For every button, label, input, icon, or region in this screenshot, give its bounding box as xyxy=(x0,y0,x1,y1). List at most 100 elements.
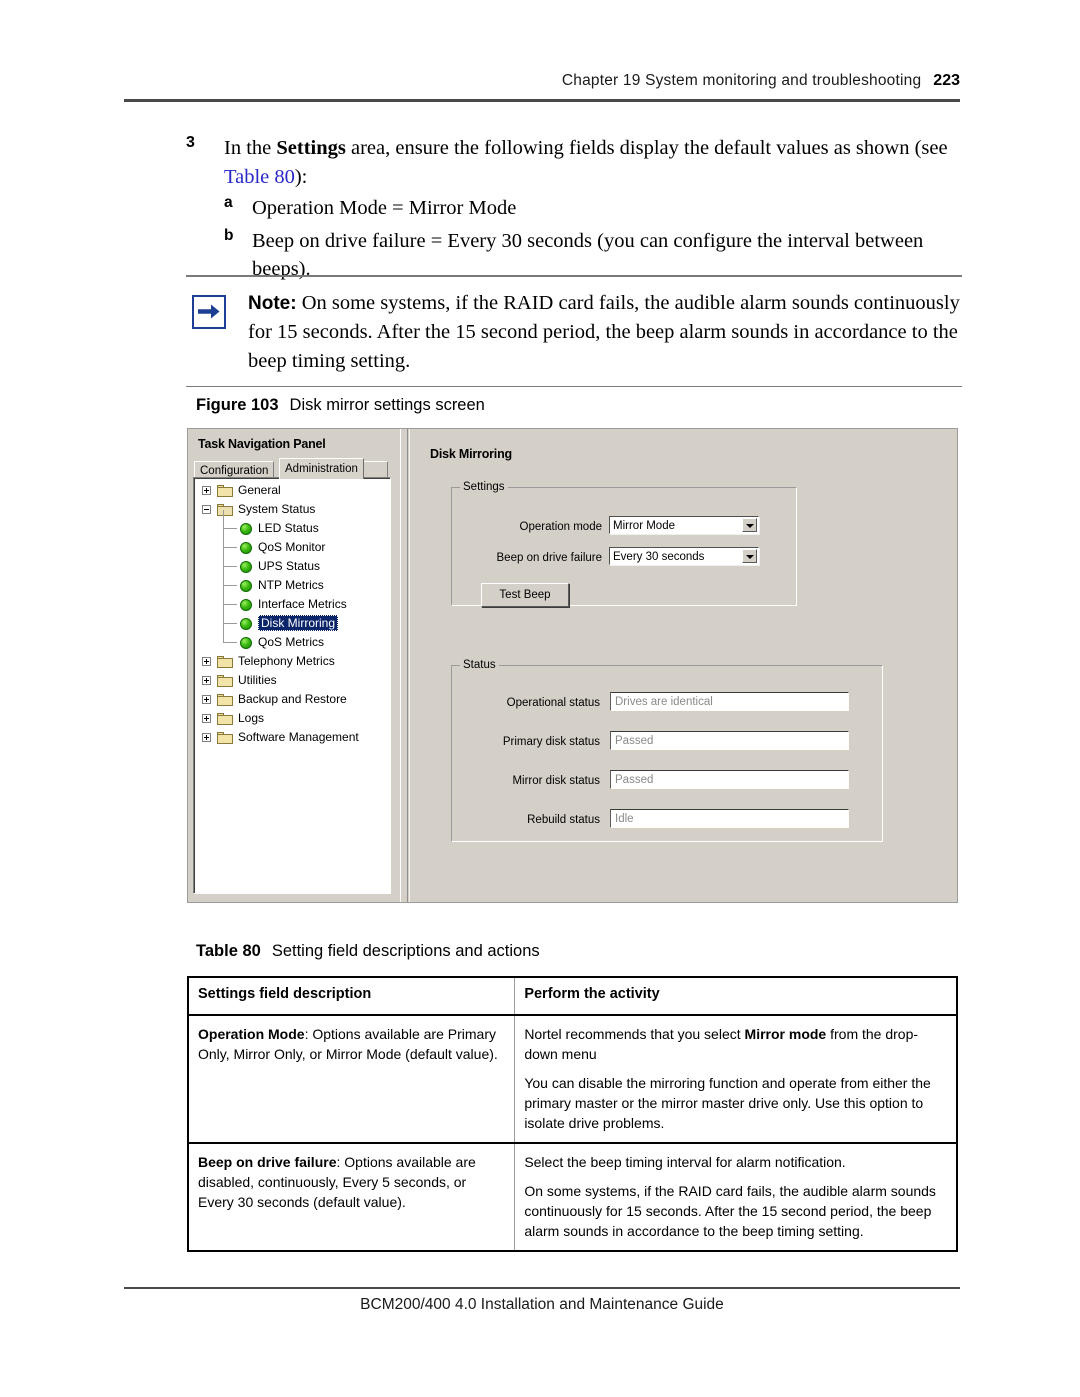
mirror-disk-status-field: Passed xyxy=(610,770,849,789)
green-ball-icon xyxy=(240,637,252,649)
tree-item-label: System Status xyxy=(238,502,316,516)
table-caption: Table 80 Setting field descriptions and a… xyxy=(196,942,540,961)
tree-item-label: Disk Mirroring xyxy=(258,615,339,631)
note-body: Note: On some systems, if the RAID card … xyxy=(186,277,962,386)
step-text-part3: ): xyxy=(294,166,308,188)
tree-item-label: Utilities xyxy=(238,673,277,687)
navigation-tree[interactable]: General System Status LED Status QoS Monito… xyxy=(193,477,391,894)
tab-strip-filler xyxy=(364,461,388,478)
tree-connector-line xyxy=(223,642,237,643)
table-80-xref-link[interactable]: Table 80 xyxy=(224,166,295,188)
table-label: Table 80 xyxy=(196,942,261,960)
tree-connector-line xyxy=(223,566,237,567)
tree-item-backup-and-restore[interactable]: Backup and Restore xyxy=(194,690,390,709)
folder-closed-icon xyxy=(217,694,233,706)
activity-paragraph: Nortel recommends that you select Mirror… xyxy=(524,1024,947,1064)
tree-item-label: Logs xyxy=(238,711,265,725)
operational-status-label: Operational status xyxy=(506,697,600,709)
tree-item-general[interactable]: General xyxy=(194,481,390,500)
tree-item-label: QoS Metrics xyxy=(258,635,325,649)
expand-plus-icon[interactable] xyxy=(202,695,211,704)
tree-item-label: Software Management xyxy=(238,730,359,744)
chevron-down-icon[interactable] xyxy=(742,518,757,532)
activity-paragraph: On some systems, if the RAID card fails,… xyxy=(524,1181,947,1241)
mirror-disk-status-label: Mirror disk status xyxy=(512,775,600,787)
operation-mode-label: Operation mode xyxy=(519,521,602,533)
table-row: Operation Mode: Options available are Pr… xyxy=(187,1014,958,1144)
page-header: Chapter 19 System monitoring and trouble… xyxy=(124,72,960,90)
tree-item-utilities[interactable]: Utilities xyxy=(194,671,390,690)
activity-text: You can disable the mirroring function a… xyxy=(524,1075,931,1131)
green-ball-icon xyxy=(240,542,252,554)
activity-emphasis: Mirror mode xyxy=(744,1026,827,1042)
step-3: 3 In the Settings area, ensure the follo… xyxy=(186,134,966,192)
activity-text: On some systems, if the RAID card fails,… xyxy=(524,1183,936,1239)
activity-paragraph: You can disable the mirroring function a… xyxy=(524,1073,947,1133)
panel-splitter[interactable] xyxy=(400,429,408,902)
chapter-title: Chapter 19 System monitoring and trouble… xyxy=(561,72,922,89)
expand-plus-icon[interactable] xyxy=(202,486,211,495)
operation-mode-select[interactable]: Mirror Mode xyxy=(609,516,759,534)
note-divider-bottom xyxy=(186,385,962,388)
folder-closed-icon xyxy=(217,485,233,497)
tree-item-label: LED Status xyxy=(258,521,319,535)
cell-activity: Nortel recommends that you select Mirror… xyxy=(514,1014,958,1144)
mirror-disk-status-value: Passed xyxy=(615,774,654,786)
disk-mirroring-content-pane: Disk Mirroring Settings Operation mode M… xyxy=(409,429,957,902)
table-row: Beep on drive failure: Options available… xyxy=(187,1142,958,1252)
expand-plus-icon[interactable] xyxy=(202,733,211,742)
figure-label: Figure 103 xyxy=(196,396,279,414)
table-header-row: Settings field description Perform the a… xyxy=(187,976,958,1016)
tree-item-software-management[interactable]: Software Management xyxy=(194,728,390,747)
tree-connector-line xyxy=(223,528,237,529)
green-ball-icon xyxy=(240,599,252,611)
tab-configuration[interactable]: Configuration xyxy=(194,461,275,478)
expand-plus-icon[interactable] xyxy=(202,676,211,685)
tree-item-telephony-metrics[interactable]: Telephony Metrics xyxy=(194,652,390,671)
substep-a: a Operation Mode = Mirror Mode xyxy=(186,194,976,222)
expand-plus-icon[interactable] xyxy=(202,714,211,723)
cell-field-description: Beep on drive failure: Options available… xyxy=(187,1142,516,1252)
tree-item-logs[interactable]: Logs xyxy=(194,709,390,728)
tree-connector-line xyxy=(223,604,237,605)
step-text-part2: area, ensure the following fields displa… xyxy=(345,137,948,159)
disk-mirror-settings-screenshot: Task Navigation Panel Configuration Admi… xyxy=(187,428,958,903)
green-ball-icon xyxy=(240,580,252,592)
tree-connector-line xyxy=(223,623,237,624)
green-ball-icon xyxy=(240,561,252,573)
task-navigation-panel-title: Task Navigation Panel xyxy=(198,437,326,451)
beep-on-drive-failure-value: Every 30 seconds xyxy=(613,551,705,563)
header-divider xyxy=(124,99,960,102)
cell-field-description: Operation Mode: Options available are Pr… xyxy=(187,1014,516,1144)
right-arrow-icon xyxy=(192,294,226,329)
tree-item-label: Backup and Restore xyxy=(238,692,347,706)
settings-group-legend: Settings xyxy=(463,481,505,493)
tab-administration[interactable]: Administration xyxy=(279,458,364,479)
step-text-part1: In the xyxy=(224,137,277,159)
figure-caption: Figure 103 Disk mirror settings screen xyxy=(196,396,485,415)
primary-disk-status-field: Passed xyxy=(610,731,849,750)
collapse-minus-icon[interactable] xyxy=(202,505,211,514)
chevron-down-icon[interactable] xyxy=(742,549,757,563)
rebuild-status-value: Idle xyxy=(615,813,634,825)
rebuild-status-label: Rebuild status xyxy=(527,814,600,826)
folder-open-icon xyxy=(217,504,233,516)
substep-a-text: Operation Mode = Mirror Mode xyxy=(252,197,517,219)
tree-item-label: General xyxy=(238,483,281,497)
test-beep-button[interactable]: Test Beep xyxy=(481,583,569,607)
beep-on-drive-failure-select[interactable]: Every 30 seconds xyxy=(609,547,759,565)
page-number: 223 xyxy=(933,72,960,89)
column-header-description: Settings field description xyxy=(187,976,516,1016)
activity-text: Select the beep timing interval for alar… xyxy=(524,1154,846,1170)
expand-plus-icon[interactable] xyxy=(202,657,211,666)
settings-emphasis: Settings xyxy=(276,137,346,159)
activity-paragraph: Select the beep timing interval for alar… xyxy=(524,1152,947,1172)
step-text: In the Settings area, ensure the followi… xyxy=(224,134,966,192)
activity-text: Nortel recommends that you select xyxy=(524,1026,745,1042)
step-number: 3 xyxy=(186,134,195,151)
folder-closed-icon xyxy=(217,713,233,725)
status-group-legend: Status xyxy=(463,659,496,671)
figure-title: Disk mirror settings screen xyxy=(289,396,485,414)
footer-text: BCM200/400 4.0 Installation and Maintena… xyxy=(360,1296,724,1313)
field-name: Operation Mode xyxy=(198,1026,305,1042)
